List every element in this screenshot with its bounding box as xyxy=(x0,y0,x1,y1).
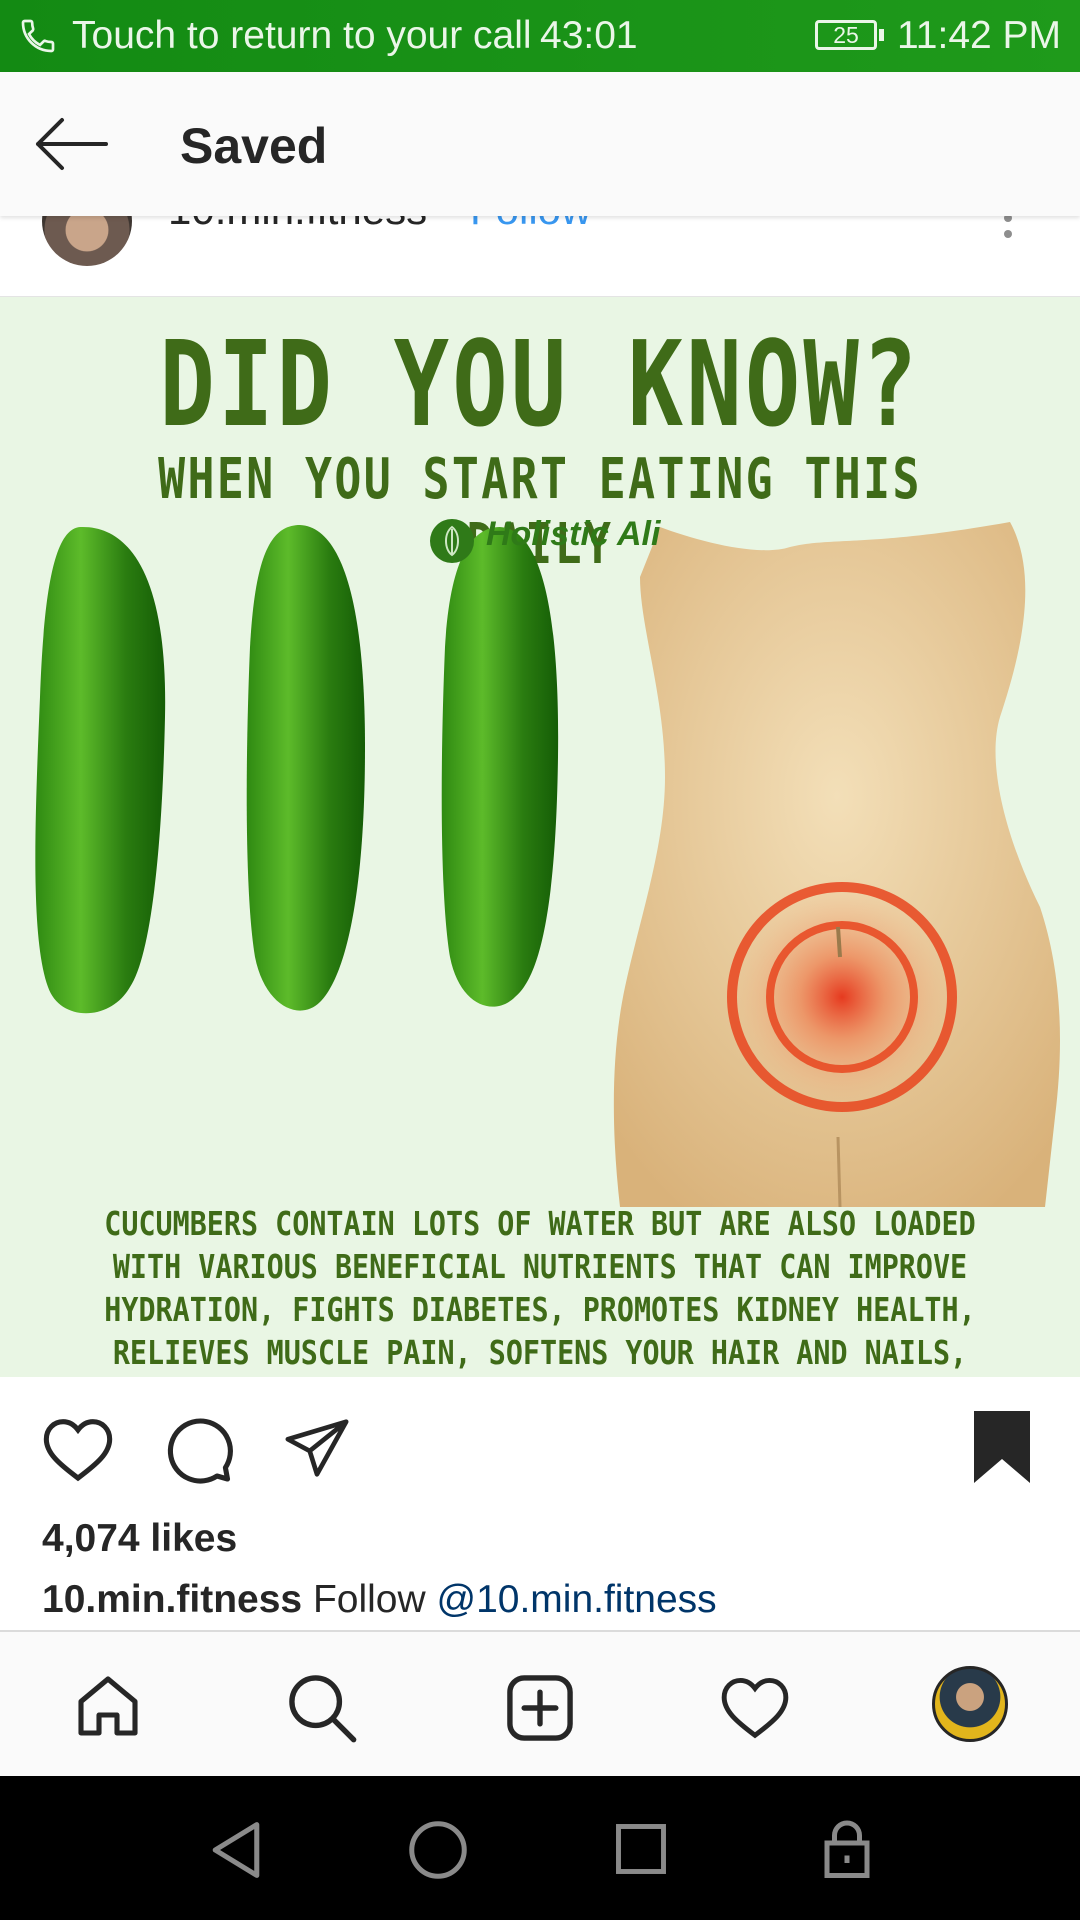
search-icon[interactable] xyxy=(284,1670,360,1746)
share-icon[interactable] xyxy=(280,1413,354,1483)
post-actions xyxy=(0,1377,1080,1517)
cucumber-2 xyxy=(246,525,365,1011)
call-timer: 43:01 xyxy=(540,14,638,57)
top-header: Saved xyxy=(0,72,1080,216)
image-body-text: CUCUMBERS CONTAIN LOTS OF WATER BUT ARE … xyxy=(104,1204,976,1377)
phone-icon xyxy=(21,19,55,53)
cucumber-1 xyxy=(35,526,166,1014)
more-options-icon[interactable] xyxy=(1000,210,1016,250)
caption-username[interactable]: 10.min.fitness xyxy=(42,1578,302,1621)
home-circle-icon[interactable] xyxy=(408,1820,468,1880)
likes-count[interactable]: 4,074 likes xyxy=(42,1517,237,1561)
cucumber-illustration xyxy=(35,522,1060,1207)
torso-figure xyxy=(613,522,1060,1207)
post-caption: 10.min.fitness Follow @10.min.fitness xyxy=(42,1578,717,1622)
cucumber-3 xyxy=(441,527,559,1007)
back-arrow-icon[interactable] xyxy=(34,116,108,172)
lock-icon[interactable] xyxy=(822,1818,872,1878)
battery-icon: 25 xyxy=(815,20,877,50)
page-title: Saved xyxy=(180,118,328,174)
profile-avatar[interactable] xyxy=(932,1666,1008,1742)
caption-mention[interactable]: @10.min.fitness xyxy=(436,1578,716,1621)
comment-icon[interactable] xyxy=(162,1413,236,1485)
status-clock: 11:42 PM xyxy=(897,14,1062,57)
post-header: 10.min.fitness • Follow xyxy=(0,176,1080,297)
add-post-icon[interactable] xyxy=(502,1670,578,1746)
image-headline: DID YOU KNOW? xyxy=(159,315,921,453)
activity-heart-icon[interactable] xyxy=(718,1672,792,1740)
bottom-navigation xyxy=(0,1630,1080,1778)
saved-bookmark-icon[interactable] xyxy=(970,1407,1034,1487)
status-bar[interactable]: Touch to return to your call 43:01 25 11… xyxy=(0,0,1080,72)
recents-square-icon[interactable] xyxy=(614,1822,668,1876)
caption-text: Follow xyxy=(312,1578,426,1621)
logo-text: Holistic Ali xyxy=(486,515,661,553)
like-heart-icon[interactable] xyxy=(40,1413,116,1483)
home-icon[interactable] xyxy=(70,1670,146,1742)
post-image[interactable]: DID YOU KNOW? WHEN YOU START EATING THIS… xyxy=(0,297,1080,1377)
back-triangle-icon[interactable] xyxy=(208,1820,264,1880)
battery-tip xyxy=(879,29,884,41)
return-to-call-text[interactable]: Touch to return to your call xyxy=(72,14,532,58)
system-navigation-bar xyxy=(0,1776,1080,1920)
